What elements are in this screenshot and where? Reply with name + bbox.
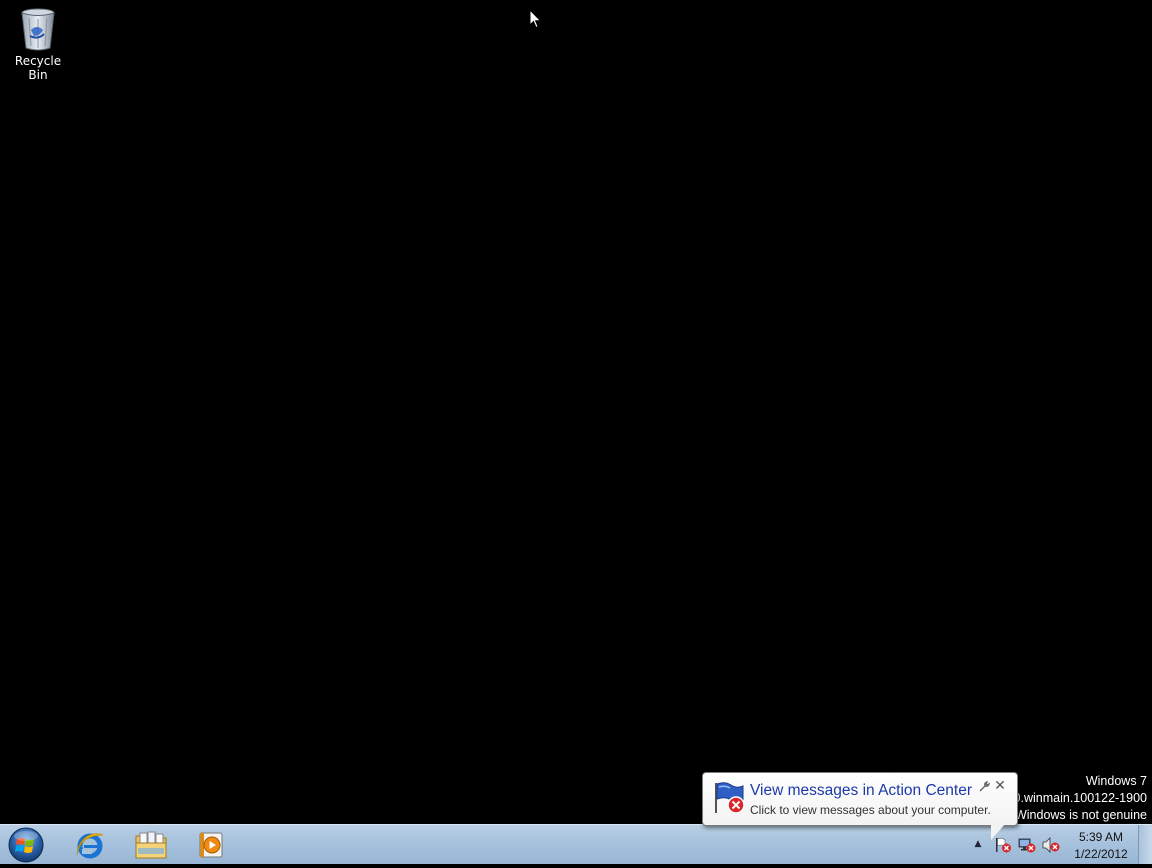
- balloon-title[interactable]: View messages in Action Center: [750, 782, 972, 800]
- taskbar-clock[interactable]: 5:39 AM 1/22/2012: [1066, 829, 1136, 863]
- taskbar: ▲ 5:39 AM 1/22/2012: [0, 824, 1152, 864]
- watermark-edition: Windows 7: [1085, 774, 1147, 788]
- clock-time: 5:39 AM: [1078, 830, 1124, 844]
- watermark-genuine-status: Windows is not genuine: [1014, 808, 1147, 822]
- watermark-build: 00.winmain.100122-1900: [1006, 791, 1147, 805]
- folder-library-icon: [135, 831, 167, 859]
- show-desktop-button[interactable]: [1138, 825, 1152, 864]
- internet-explorer-icon: [76, 833, 104, 859]
- action-center-flag-icon: [715, 782, 745, 814]
- action-center-notification-balloon[interactable]: View messages in Action Center Click to …: [702, 772, 1018, 840]
- desktop-icon-label: Recycle Bin: [14, 54, 62, 82]
- taskbar-media-player-button[interactable]: [185, 827, 237, 863]
- start-button[interactable]: [6, 826, 46, 864]
- windows-start-orb-icon: [8, 827, 44, 863]
- desktop[interactable]: Recycle Bin Windows 7 00.winmain.100122-…: [0, 0, 1152, 824]
- balloon-message: Click to view messages about your comput…: [750, 803, 991, 817]
- volume-muted-icon[interactable]: [1042, 837, 1060, 853]
- balloon-close-button[interactable]: ✕: [993, 779, 1007, 793]
- show-hidden-icons-button[interactable]: ▲: [972, 839, 984, 851]
- balloon-tail: [991, 824, 1005, 840]
- wrench-options-icon[interactable]: [978, 781, 990, 793]
- desktop-icon-recycle-bin[interactable]: Recycle Bin: [4, 6, 72, 82]
- media-player-icon: [199, 832, 223, 858]
- windows-watermark: Windows 7 00.winmain.100122-1900 Windows…: [1007, 773, 1147, 824]
- taskbar-windows-explorer-button[interactable]: [125, 827, 177, 863]
- taskbar-internet-explorer-button[interactable]: [64, 827, 116, 863]
- clock-date: 1/22/2012: [1074, 847, 1128, 861]
- mouse-cursor-icon: [529, 9, 542, 29]
- recycle-bin-icon: [21, 8, 55, 51]
- network-error-icon[interactable]: [1018, 837, 1036, 853]
